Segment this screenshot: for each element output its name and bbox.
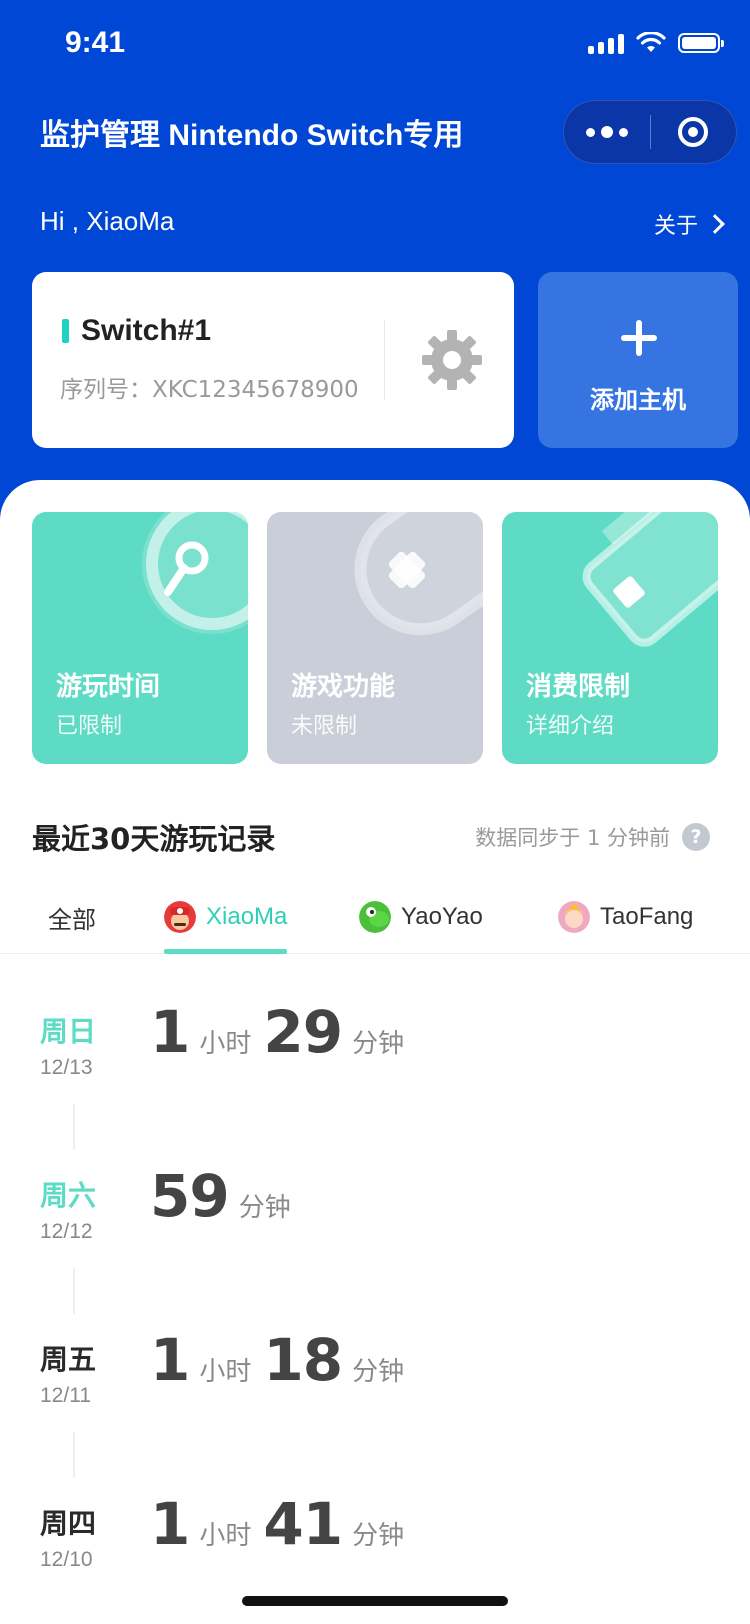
device-name-label: Switch#1 [81, 314, 212, 347]
wrench-icon [142, 512, 248, 634]
tab-yaoyao[interactable]: YaoYao [359, 880, 483, 954]
help-icon[interactable]: ? [682, 823, 710, 851]
feature-card-game-functions[interactable]: 游戏功能 未限制 [267, 512, 483, 764]
chevron-right-icon [705, 214, 725, 234]
record-minute-unit: 分钟 [352, 1029, 405, 1059]
record-duration: 1 小时 18 分钟 [150, 1326, 416, 1394]
tab-label: 全部 [48, 906, 96, 934]
timeline-connector [73, 1268, 75, 1314]
record-duration: 1 小时 41 分钟 [150, 1490, 416, 1558]
feature-title: 游玩时间 [56, 672, 161, 702]
record-minutes: 29 [263, 998, 343, 1066]
plus-icon [621, 320, 657, 356]
record-hours: 1 [150, 1326, 190, 1394]
record-minute-unit: 分钟 [352, 1521, 405, 1551]
page-title: 监护管理 Nintendo Switch专用 [40, 119, 464, 152]
timeline-connector [73, 1432, 75, 1478]
feature-card-playtime[interactable]: 游玩时间 已限制 [32, 512, 248, 764]
record-hours: 1 [150, 998, 190, 1066]
tab-label: XiaoMa [206, 903, 288, 930]
record-minutes: 59 [150, 1162, 230, 1230]
yoshi-avatar-icon [359, 901, 391, 933]
record-day: 周五 [40, 1343, 97, 1376]
status-bar: 9:41 [0, 0, 750, 90]
greeting-text: Hi , XiaoMa [40, 206, 175, 236]
target-icon [678, 117, 709, 147]
records-title: 最近30天游玩记录 [32, 822, 276, 856]
feature-subtitle: 详细介绍 [526, 714, 615, 739]
signal-icon [588, 32, 624, 54]
more-options-button[interactable] [564, 101, 650, 163]
device-name: Switch#1 [62, 314, 211, 348]
player-tabs: 全部 XiaoMa YaoYao TaoFang [0, 880, 750, 954]
card-divider [384, 320, 385, 400]
feature-title: 消费限制 [526, 672, 631, 702]
app-screen: 9:41 监护管理 Nintendo Switch专用 Hi , XiaoMa … [0, 0, 750, 1624]
record-day: 周日 [40, 1015, 97, 1048]
record-date: 12/13 [40, 1056, 93, 1079]
record-day: 周四 [40, 1507, 97, 1540]
feature-subtitle: 未限制 [291, 714, 358, 739]
record-hour-unit: 小时 [199, 1029, 252, 1059]
timeline-connector [73, 1104, 75, 1150]
record-minute-unit: 分钟 [238, 1193, 291, 1223]
record-duration: 1 小时 29 分钟 [150, 998, 416, 1066]
tab-taofang[interactable]: TaoFang [558, 880, 693, 954]
record-date: 12/11 [40, 1384, 91, 1407]
record-row[interactable]: 周日 12/13 1 小时 29 分钟 [0, 998, 750, 1130]
mini-program-capsule [563, 100, 737, 164]
record-date: 12/12 [40, 1220, 93, 1243]
record-day: 周六 [40, 1179, 97, 1212]
wifi-icon [636, 32, 666, 52]
device-serial: 序列号：XKC12345678900 [60, 377, 359, 403]
tab-label: YaoYao [401, 903, 483, 930]
card-icon [582, 512, 718, 647]
tab-all[interactable]: 全部 [48, 880, 96, 954]
record-minutes: 18 [263, 1326, 343, 1394]
home-indicator[interactable] [242, 1596, 508, 1606]
record-row[interactable]: 周六 12/12 59 分钟 [0, 1162, 750, 1294]
feature-subtitle: 已限制 [56, 714, 123, 739]
sync-text: 数据同步于 1 分钟前 [475, 826, 670, 850]
add-host-label: 添加主机 [590, 386, 686, 414]
record-date: 12/10 [40, 1548, 93, 1571]
tab-label: TaoFang [600, 903, 694, 930]
status-time: 9:41 [65, 26, 126, 59]
record-hours: 1 [150, 1490, 190, 1558]
status-icons [588, 32, 724, 54]
add-host-button[interactable]: 添加主机 [538, 272, 738, 448]
record-row[interactable]: 周五 12/11 1 小时 18 分钟 [0, 1326, 750, 1458]
gear-icon[interactable] [420, 328, 484, 392]
tab-xiaoma[interactable]: XiaoMa [164, 880, 288, 954]
cross-icon [354, 512, 483, 636]
feature-card-spending[interactable]: 消费限制 详细介绍 [502, 512, 718, 764]
record-minutes: 41 [263, 1490, 343, 1558]
device-card[interactable]: Switch#1 序列号：XKC12345678900 [32, 272, 514, 448]
record-hour-unit: 小时 [199, 1357, 252, 1387]
peach-avatar-icon [558, 901, 590, 933]
tab-active-indicator [164, 949, 288, 954]
device-accent-mark [62, 319, 69, 343]
about-link[interactable]: 关于 [653, 208, 725, 240]
about-label: 关于 [653, 214, 698, 239]
mario-avatar-icon [164, 901, 196, 933]
record-duration: 59 分钟 [150, 1162, 303, 1230]
sync-status: 数据同步于 1 分钟前 ? [475, 822, 710, 852]
battery-icon [678, 33, 724, 53]
feature-title: 游戏功能 [291, 672, 396, 702]
record-hour-unit: 小时 [199, 1521, 252, 1551]
record-minute-unit: 分钟 [352, 1357, 405, 1387]
close-program-button[interactable] [651, 101, 737, 163]
